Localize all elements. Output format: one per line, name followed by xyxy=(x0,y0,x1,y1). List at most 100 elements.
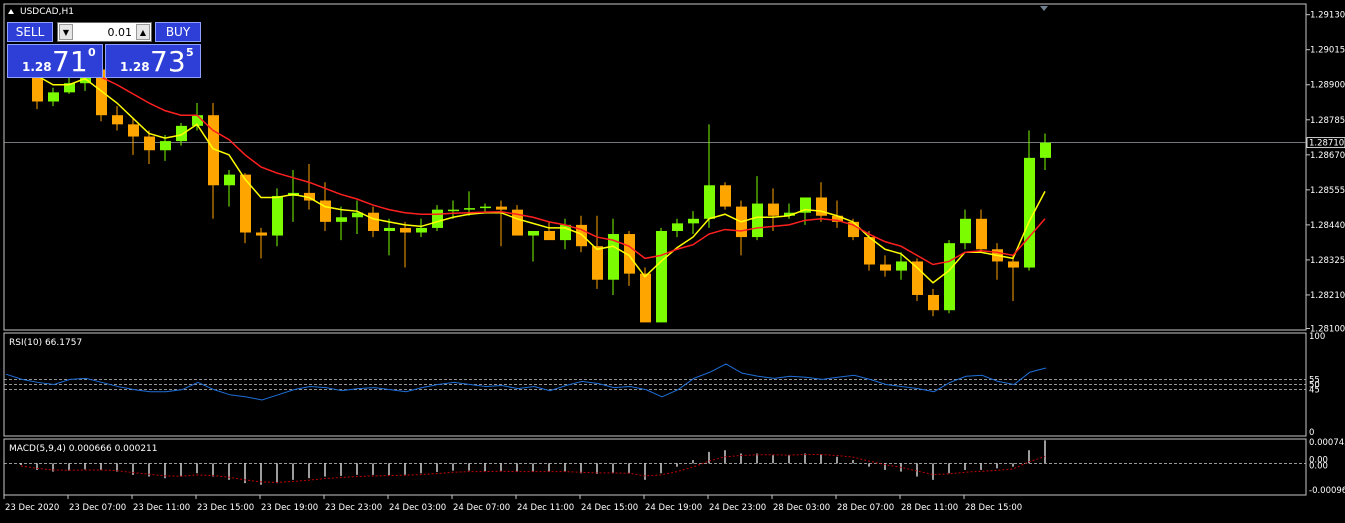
candle-body[interactable] xyxy=(544,230,555,241)
candle-body[interactable] xyxy=(752,203,763,238)
time-tick-label: 28 Dec 15:00 xyxy=(965,503,1022,513)
time-tick-label: 28 Dec 03:00 xyxy=(773,503,830,513)
price-tick-label: 1.28325 xyxy=(1310,256,1345,266)
price-tick-label: 1.28900 xyxy=(1310,81,1345,91)
time-tick-label: 24 Dec 15:00 xyxy=(581,503,638,513)
price-tick-label: 1.28670 xyxy=(1310,151,1345,161)
macd-tick-label: -0.000960 xyxy=(1309,486,1345,496)
candle-body[interactable] xyxy=(1040,142,1051,158)
candle-body[interactable] xyxy=(672,223,683,231)
time-tick-label: 24 Dec 07:00 xyxy=(453,503,510,513)
candle-body[interactable] xyxy=(688,218,699,224)
time-tick-label: 23 Dec 15:00 xyxy=(197,503,254,513)
price-tick-label: 1.28440 xyxy=(1310,221,1345,231)
candle-body[interactable] xyxy=(928,294,939,311)
candle-body[interactable] xyxy=(768,203,779,216)
candle-body[interactable] xyxy=(224,174,235,186)
time-tick-label: 23 Dec 19:00 xyxy=(261,503,318,513)
ask-fraction: 5 xyxy=(186,46,194,59)
current-price-label: 1.28710 xyxy=(1309,139,1344,149)
macd-tick-label: 0.000743 xyxy=(1309,438,1345,448)
candle-body[interactable] xyxy=(384,227,395,231)
candle-body[interactable] xyxy=(432,209,443,228)
price-tick-label: 1.29130 xyxy=(1310,11,1345,21)
price-tick-label: 1.28210 xyxy=(1310,291,1345,301)
collapse-icon[interactable] xyxy=(8,9,14,14)
time-tick-label: 24 Dec 19:00 xyxy=(645,503,702,513)
price-tick-label: 1.28785 xyxy=(1310,116,1345,126)
candle-body[interactable] xyxy=(1008,261,1019,268)
ask-big: 73 xyxy=(150,45,186,78)
macd-label: MACD(5,9,4) 0.000666 0.000211 xyxy=(9,444,158,454)
candle-body[interactable] xyxy=(336,217,347,222)
candle-body[interactable] xyxy=(592,246,603,280)
lot-decrease-icon[interactable]: ▼ xyxy=(59,24,73,40)
time-tick-label: 24 Dec 11:00 xyxy=(517,503,574,513)
candle-body[interactable] xyxy=(128,124,139,137)
bid-big: 71 xyxy=(52,45,88,78)
buy-button[interactable]: BUY xyxy=(155,22,201,42)
time-tick-label: 23 Dec 07:00 xyxy=(69,503,126,513)
candle-body[interactable] xyxy=(480,206,491,209)
time-tick-label: 23 Dec 2020 xyxy=(5,503,59,513)
candle-body[interactable] xyxy=(272,195,283,236)
main-price-panel[interactable] xyxy=(16,54,1051,323)
panel-frame-macd xyxy=(3,438,1307,496)
candle-body[interactable] xyxy=(496,206,507,210)
macd-tick-label: 0.00 xyxy=(1309,461,1328,471)
ask-prefix: 1.28 xyxy=(120,60,150,74)
ask-price-box[interactable]: 1.28 73 5 xyxy=(105,44,201,78)
rsi-tick-label: 45 xyxy=(1309,386,1320,396)
candle-body[interactable] xyxy=(560,224,571,241)
sell-button[interactable]: SELL xyxy=(7,22,53,42)
time-tick-label: 28 Dec 11:00 xyxy=(901,503,958,513)
rsi-line[interactable] xyxy=(5,363,1047,401)
candle-body[interactable] xyxy=(976,218,987,250)
chart-canvas[interactable]: 1.291301.290151.289001.287851.286701.285… xyxy=(0,0,1345,519)
rsi-panel[interactable] xyxy=(4,363,1306,401)
time-tick-label: 28 Dec 07:00 xyxy=(837,503,894,513)
candle-body[interactable] xyxy=(896,261,907,271)
candle-body[interactable] xyxy=(912,261,923,295)
candle-body[interactable] xyxy=(320,200,331,222)
candle-body[interactable] xyxy=(48,92,59,102)
candle-body[interactable] xyxy=(368,212,379,231)
candle-body[interactable] xyxy=(944,243,955,311)
bid-fraction: 0 xyxy=(88,46,96,59)
candle-body[interactable] xyxy=(160,141,171,151)
candle-body[interactable] xyxy=(656,230,667,323)
candle-body[interactable] xyxy=(176,125,187,142)
candle-body[interactable] xyxy=(256,232,267,236)
price-tick-label: 1.29015 xyxy=(1310,46,1345,56)
candle-body[interactable] xyxy=(112,115,123,125)
candle-body[interactable] xyxy=(720,185,731,207)
time-tick-label: 24 Dec 03:00 xyxy=(389,503,446,513)
price-tick-label: 1.28555 xyxy=(1310,186,1345,196)
candle-body[interactable] xyxy=(880,264,891,271)
time-tick-label: 24 Dec 23:00 xyxy=(709,503,766,513)
candle-body[interactable] xyxy=(400,227,411,233)
candle-body[interactable] xyxy=(640,273,651,323)
main-title: USDCAD,H1 xyxy=(20,7,74,17)
candle-body[interactable] xyxy=(448,209,459,212)
time-tick-label: 23 Dec 23:00 xyxy=(325,503,382,513)
candle-body[interactable] xyxy=(960,218,971,244)
axes: 1.291301.290151.289001.287851.286701.285… xyxy=(3,11,1345,513)
shift-marker-icon[interactable] xyxy=(1040,6,1048,11)
candle-body[interactable] xyxy=(704,185,715,219)
candle-body[interactable] xyxy=(416,227,427,233)
chart-window[interactable]: 1.29130 1.29015 1.28900 1.28785 1.28670 1.285… xyxy=(0,0,1345,519)
lot-size-input[interactable] xyxy=(74,24,132,40)
rsi-label: RSI(10) 66.1757 xyxy=(9,338,82,348)
bid-price-box[interactable]: 1.28 71 0 xyxy=(7,44,103,78)
candle-body[interactable] xyxy=(464,208,475,210)
time-tick-label: 23 Dec 11:00 xyxy=(133,503,190,513)
one-click-trading-panel: SELL ▼ ▲ BUY 1.28 71 0 1.28 73 5 xyxy=(7,21,201,78)
bid-prefix: 1.28 xyxy=(22,60,52,74)
lot-increase-icon[interactable]: ▲ xyxy=(136,24,150,40)
candle-body[interactable] xyxy=(144,136,155,151)
rsi-tick-label: 100 xyxy=(1309,332,1325,342)
macd-panel[interactable] xyxy=(4,440,1306,485)
lot-size-field[interactable]: ▼ ▲ xyxy=(57,22,152,42)
candle-body[interactable] xyxy=(528,230,539,236)
